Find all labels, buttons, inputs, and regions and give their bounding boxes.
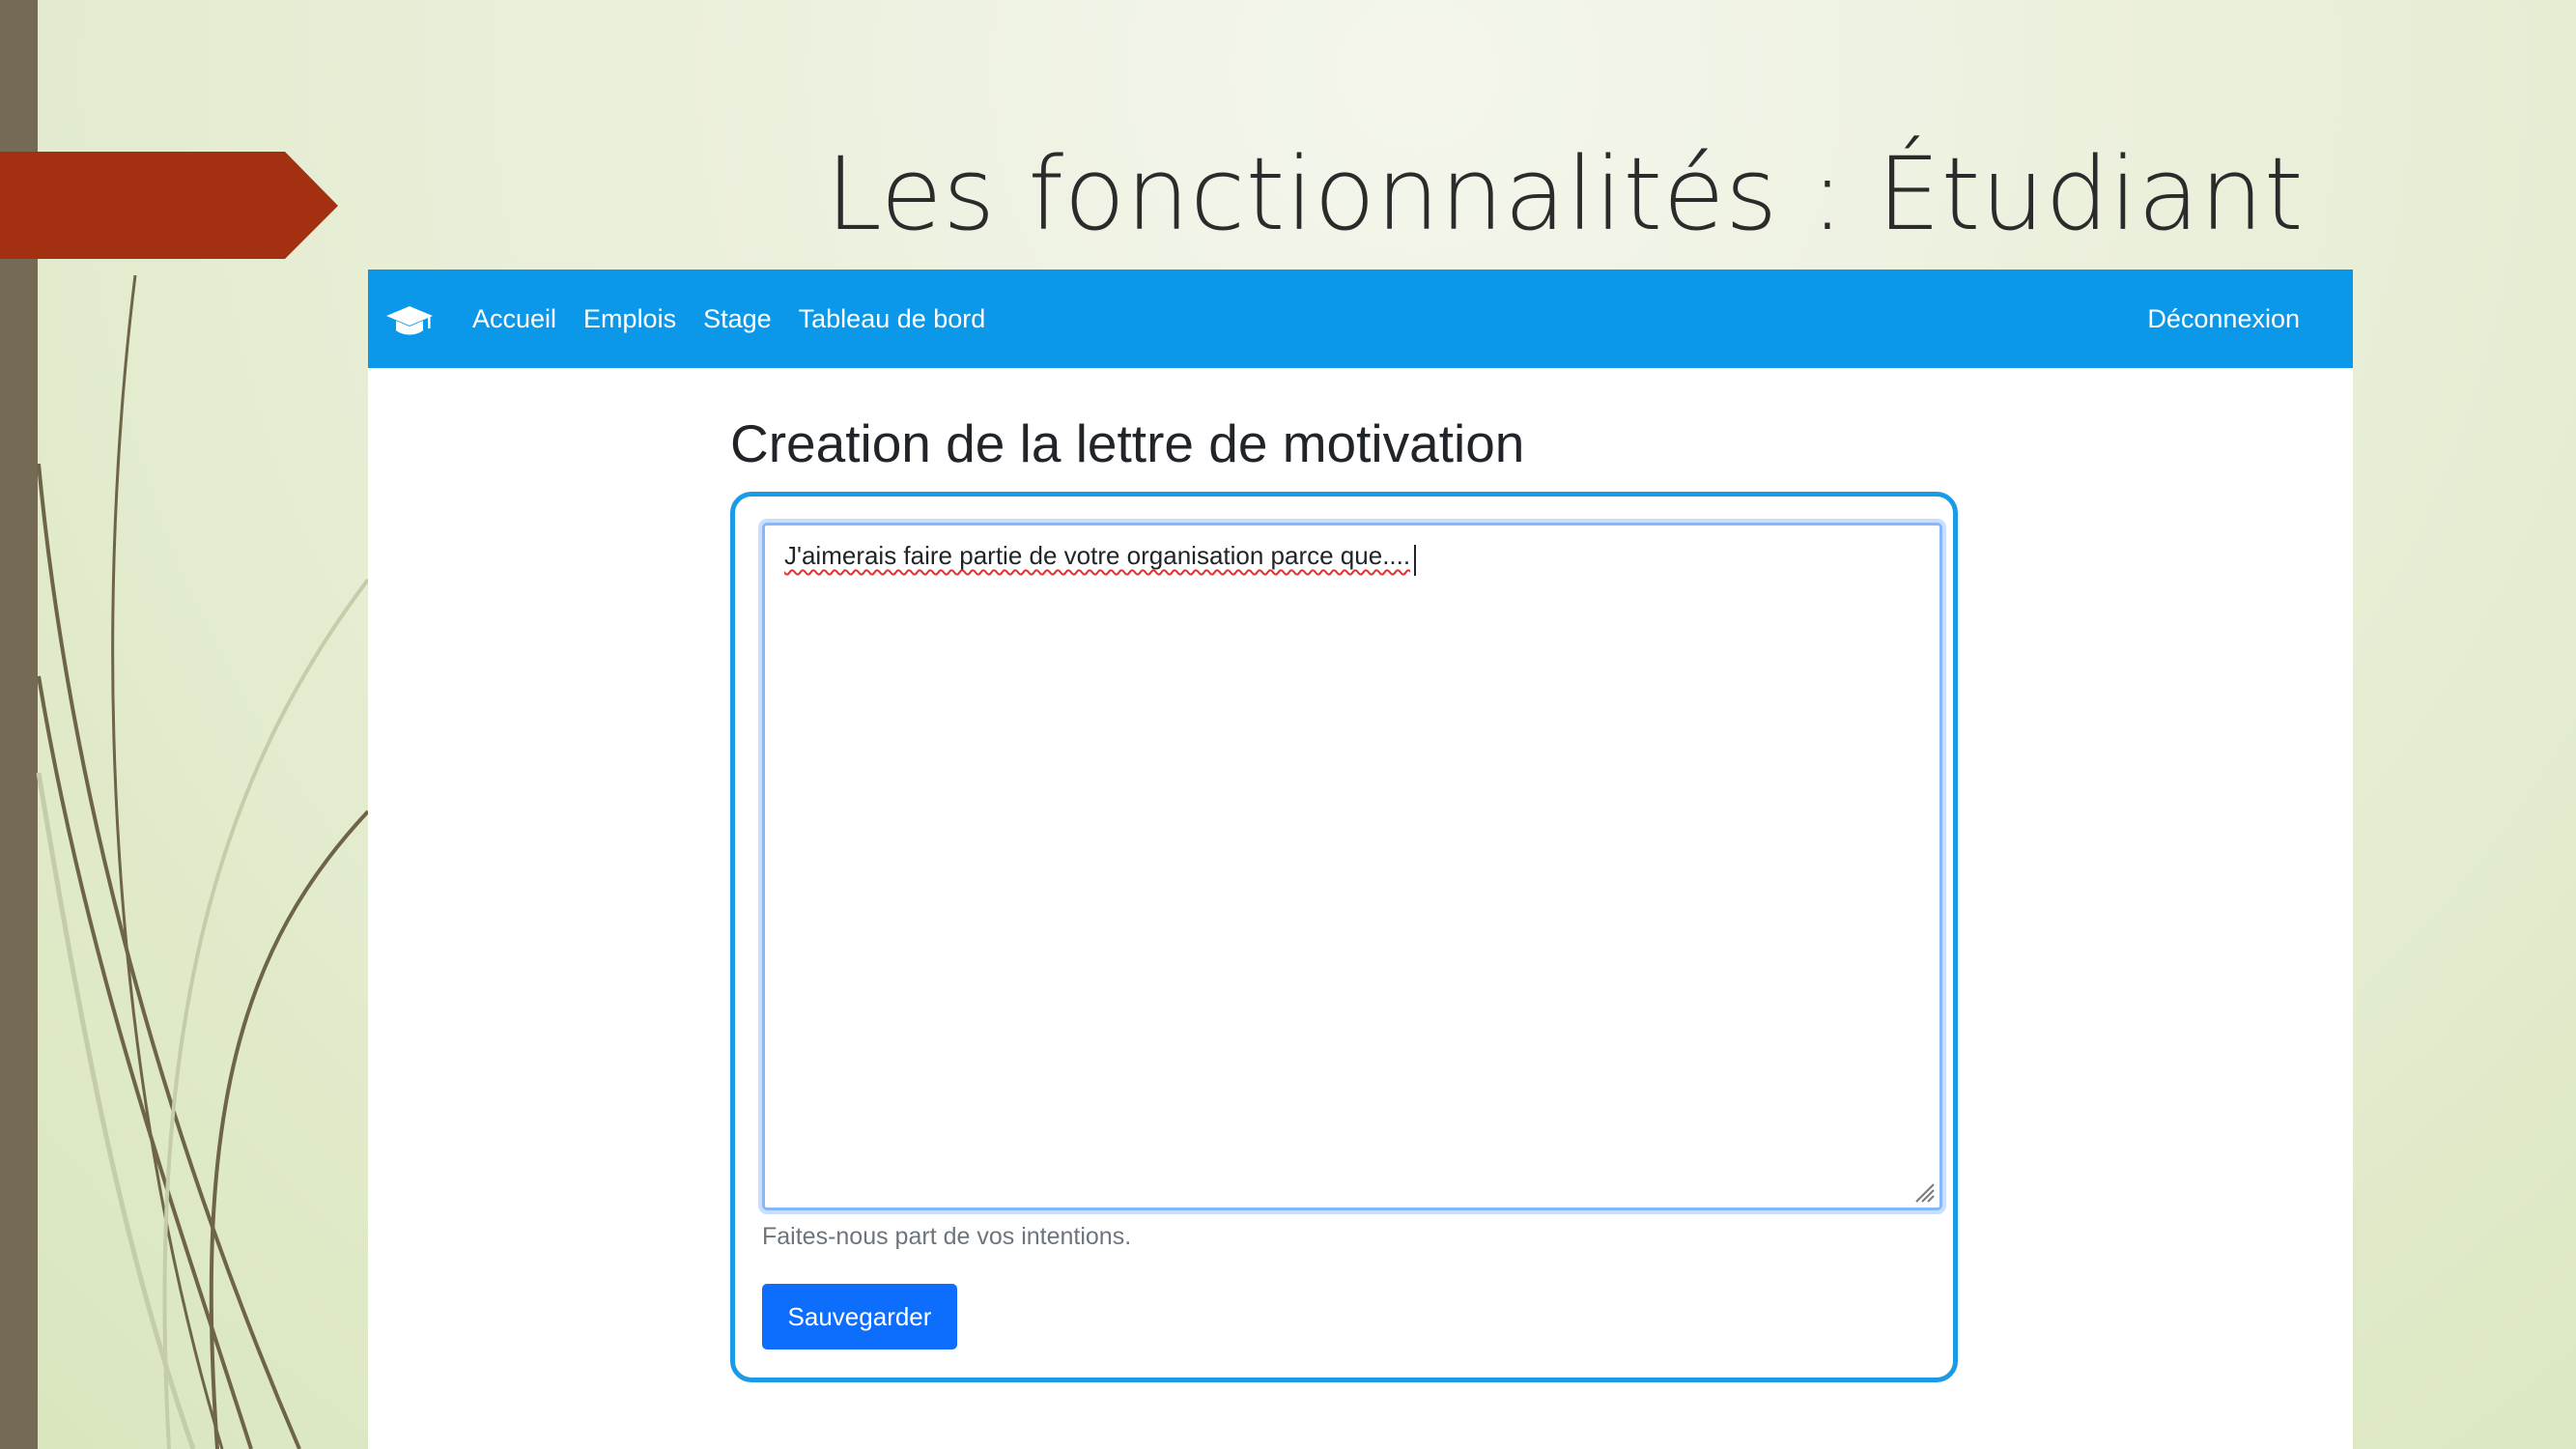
nav-link-stage[interactable]: Stage bbox=[703, 304, 772, 334]
page-title: Creation de la lettre de motivation bbox=[730, 413, 1525, 473]
logout-link[interactable]: Déconnexion bbox=[2147, 270, 2300, 368]
text-caret bbox=[1414, 545, 1416, 576]
nav-link-emplois[interactable]: Emplois bbox=[583, 304, 676, 334]
textarea-value: J'aimerais faire partie de votre organis… bbox=[784, 541, 1411, 570]
graduation-cap-icon[interactable] bbox=[385, 304, 434, 337]
nav-link-accueil[interactable]: Accueil bbox=[472, 304, 556, 334]
app-window: Accueil Emplois Stage Tableau de bord Dé… bbox=[368, 270, 2353, 1449]
nav-links: Accueil Emplois Stage Tableau de bord bbox=[472, 270, 1012, 368]
nav-link-tableau-de-bord[interactable]: Tableau de bord bbox=[799, 304, 986, 334]
slide-title: Les fonctionnalités : Étudiant bbox=[826, 135, 2305, 253]
form-card: J'aimerais faire partie de votre organis… bbox=[730, 492, 1958, 1382]
decorative-stems bbox=[0, 152, 370, 1449]
textarea-help-text: Faites-nous part de vos intentions. bbox=[762, 1223, 1132, 1250]
motivation-letter-textarea[interactable]: J'aimerais faire partie de votre organis… bbox=[762, 523, 1942, 1210]
save-button[interactable]: Sauvegarder bbox=[762, 1284, 957, 1350]
resize-handle-icon[interactable] bbox=[1912, 1180, 1936, 1204]
navbar: Accueil Emplois Stage Tableau de bord Dé… bbox=[368, 270, 2353, 368]
